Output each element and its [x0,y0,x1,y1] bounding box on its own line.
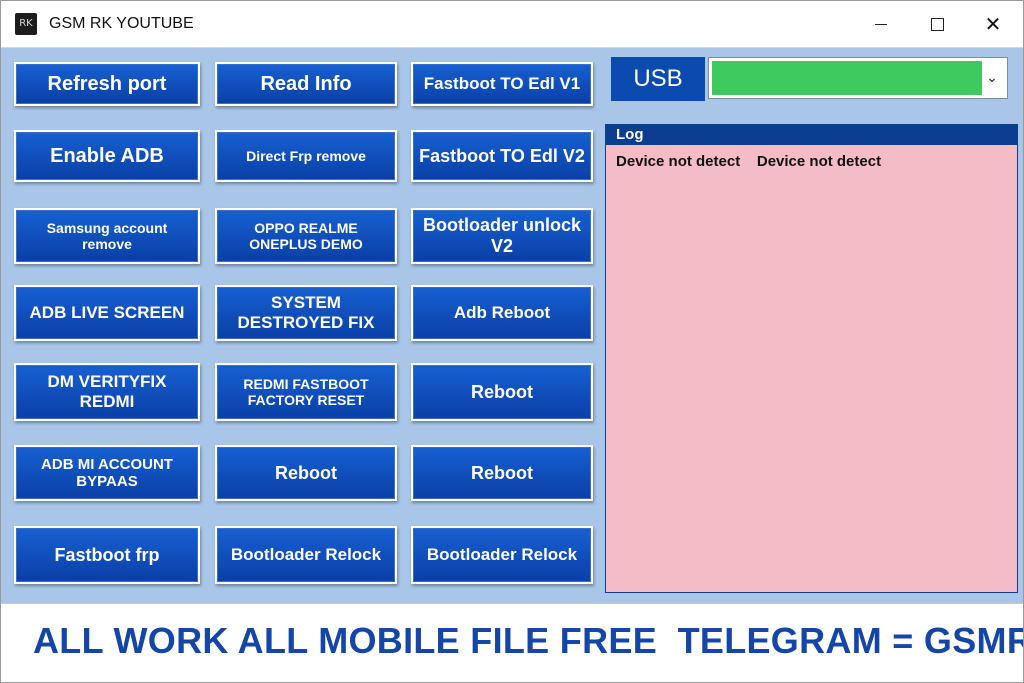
adb-live-screen-button[interactable]: ADB LIVE SCREEN [14,285,200,341]
bootloader-unlock-v2-button[interactable]: Bootloader unlock V2 [411,208,593,264]
read-info-button[interactable]: Read Info [215,62,397,106]
bootloader-relock-button[interactable]: Bootloader Relock [411,526,593,584]
minimize-button[interactable] [853,1,909,47]
samsung-account-remove-button[interactable]: Samsung account remove [14,208,200,264]
close-button[interactable]: ✕ [965,1,1021,47]
reboot-button[interactable]: Reboot [411,363,593,421]
adb-reboot-button[interactable]: Adb Reboot [411,285,593,341]
maximize-icon [930,17,944,31]
log-header: Log [606,125,1017,145]
refresh-port-button[interactable]: Refresh port [14,62,200,106]
reboot-button[interactable]: Reboot [411,445,593,501]
fastboot-to-edl-v2-button[interactable]: Fastboot TO Edl V2 [411,130,593,182]
app-logo-icon: RK [15,13,37,35]
banner-text: ALL WORK ALL MOBILE FILE FREE TELEGRAM =… [33,620,1024,661]
close-icon: ✕ [984,12,1002,36]
maximize-button[interactable] [909,1,965,47]
fastboot-frp-button[interactable]: Fastboot frp [14,526,200,584]
direct-frp-remove-button[interactable]: Direct Frp remove [215,130,397,182]
footer-banner: ALL WORK ALL MOBILE FILE FREE TELEGRAM =… [1,603,1024,682]
title-bar[interactable]: RK GSM RK YOUTUBE ✕ [1,1,1023,48]
app-window: RK GSM RK YOUTUBE ✕ Refresh port Enable … [0,0,1024,683]
usb-label: USB [611,57,705,101]
system-destroyed-fix-button[interactable]: SYSTEM DESTROYED FIX [215,285,397,341]
main-panel: Refresh port Enable ADB Samsung account … [1,48,1023,602]
log-output: Device not detect Device not detect [616,153,882,170]
window-title: GSM RK YOUTUBE [49,15,194,32]
oppo-realme-oneplus-demo-button[interactable]: OPPO REALME ONEPLUS DEMO [215,208,397,264]
enable-adb-button[interactable]: Enable ADB [14,130,200,182]
bootloader-relock-button[interactable]: Bootloader Relock [215,526,397,584]
reboot-button[interactable]: Reboot [215,445,397,501]
usb-port-select[interactable]: ⌄ [708,57,1008,99]
minimize-icon [875,23,887,25]
log-panel: Log Device not detect Device not detect [605,124,1018,593]
chevron-down-icon[interactable]: ⌄ [981,58,1003,98]
redmi-fastboot-factory-reset-button[interactable]: REDMI FASTBOOT FACTORY RESET [215,363,397,421]
dm-verityfix-redmi-button[interactable]: DM VERITYFIX REDMI [14,363,200,421]
fastboot-to-edl-v1-button[interactable]: Fastboot TO Edl V1 [411,62,593,106]
usb-status-fill [712,61,982,95]
adb-mi-account-bypass-button[interactable]: ADB MI ACCOUNT BYPAAS [14,445,200,501]
